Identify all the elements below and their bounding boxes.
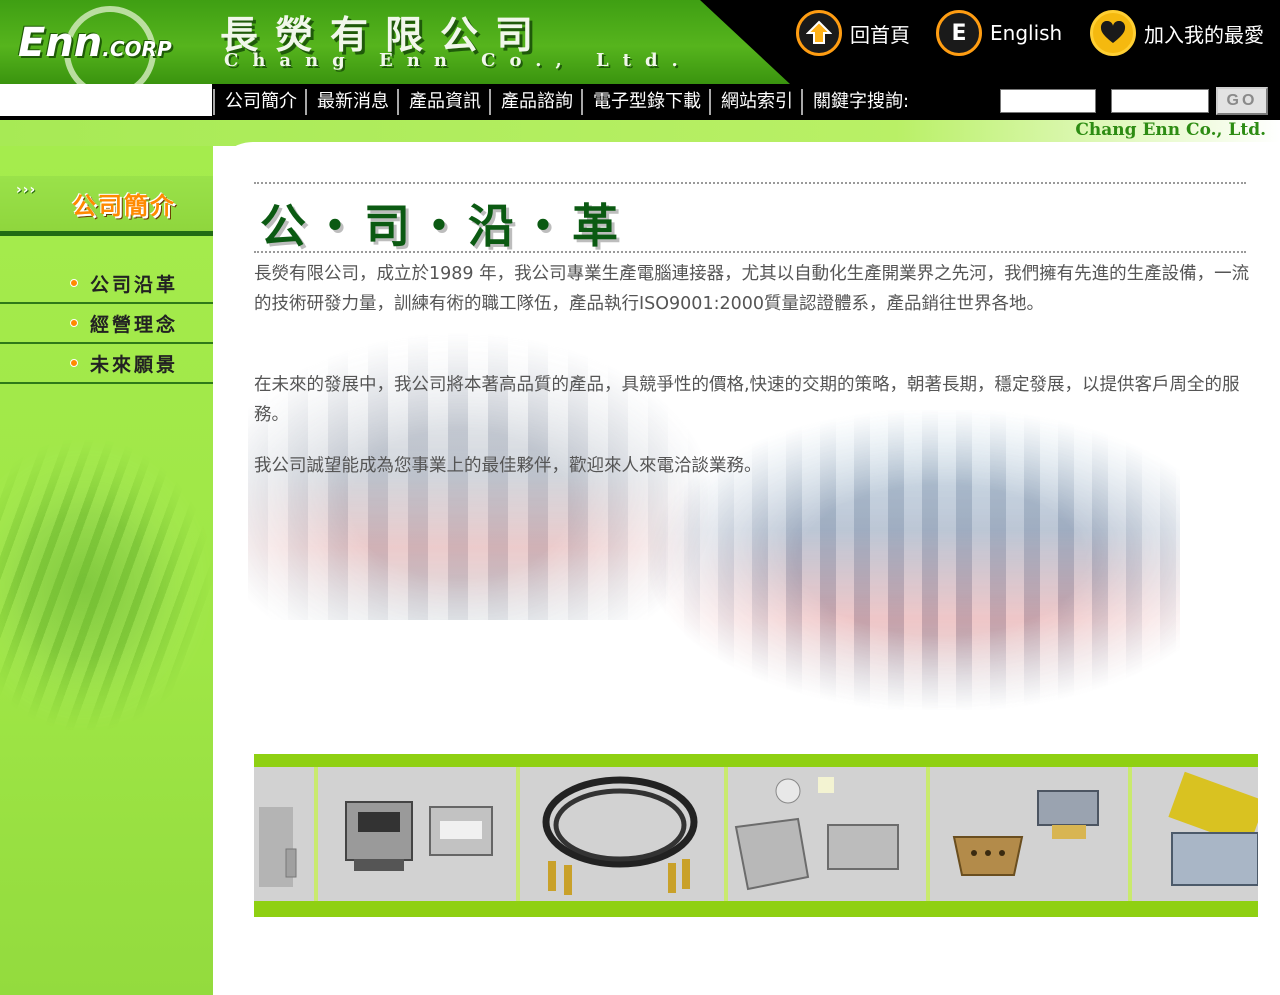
- go-button[interactable]: GO: [1216, 87, 1268, 115]
- product-gallery: [254, 767, 1258, 901]
- nav-sitemap[interactable]: 網站索引: [709, 89, 801, 115]
- product-image-metal-bracket[interactable]: [254, 767, 314, 901]
- partner-paragraph: 我公司誠望能成為您事業上的最佳夥伴，歡迎來人來電洽談業務。: [254, 456, 762, 476]
- heart-icon: [1090, 10, 1136, 56]
- nav-bar-left-stripe: [0, 84, 212, 120]
- add-favorite-label: 加入我的最愛: [1144, 22, 1264, 47]
- product-image-gender-changer[interactable]: [1132, 767, 1258, 901]
- keyword-search-input-secondary[interactable]: [1111, 89, 1209, 113]
- sidebar-item-label: 公司沿革: [90, 273, 179, 296]
- sidebar-factory-photo: [0, 440, 213, 730]
- add-favorite-link[interactable]: 加入我的最愛: [1090, 10, 1264, 56]
- product-image-usb-connector[interactable]: [318, 767, 516, 901]
- page-title: 公・司・沿・革: [260, 199, 624, 253]
- nav-product-inquiry[interactable]: 產品諮詢: [489, 89, 581, 115]
- sidebar-item-history[interactable]: 公司沿革: [0, 264, 213, 304]
- product-image-rca-cable[interactable]: [520, 767, 724, 901]
- nav-catalog-download[interactable]: 電子型錄下載: [581, 89, 709, 115]
- bullet-icon: [70, 319, 78, 327]
- main-nav: 公司簡介 最新消息 產品資訊 產品諮詢 電子型錄下載 網站索引 關鍵字搜詢:: [213, 86, 917, 118]
- sidebar-item-label: 經營理念: [90, 313, 179, 336]
- product-image-d-sub-connector[interactable]: [930, 767, 1128, 901]
- future-paragraph: 在未來的發展中，我公司將本著高品質的產品，具競爭性的價格,快速的交期的策略，朝著…: [254, 375, 1240, 425]
- divider: [254, 251, 1246, 253]
- sidebar-item-vision[interactable]: 未來願景: [0, 344, 213, 384]
- bullet-icon: [70, 279, 78, 287]
- keyword-search-label: 關鍵字搜詢:: [801, 89, 917, 115]
- bullet-icon: [70, 359, 78, 367]
- home-link[interactable]: 回首頁: [796, 10, 910, 56]
- home-arrow-icon: [796, 10, 842, 56]
- english-link[interactable]: E English: [936, 10, 1062, 56]
- letter-e-icon: E: [936, 10, 982, 56]
- sidebar-item-label: 未來願景: [90, 353, 179, 376]
- nav-product-info[interactable]: 產品資訊: [397, 89, 489, 115]
- logo[interactable]: Enn.CORP: [18, 20, 172, 66]
- sidebar-title: 公司簡介: [72, 192, 176, 220]
- divider: [254, 182, 1246, 184]
- intro-paragraph: 長熒有限公司，成立於1989 年，我公司專業生產電腦連接器，尤其以自動化生產開業…: [254, 264, 1250, 314]
- product-image-d-sub-hood[interactable]: [728, 767, 926, 901]
- arrows-icon: ›››: [16, 182, 37, 198]
- keyword-search-input[interactable]: [1000, 89, 1096, 113]
- english-link-label: English: [990, 21, 1063, 45]
- nav-company-profile[interactable]: 公司簡介: [213, 89, 305, 115]
- home-link-label: 回首頁: [850, 22, 910, 47]
- sidebar-item-philosophy[interactable]: 經營理念: [0, 304, 213, 344]
- nav-latest-news[interactable]: 最新消息: [305, 89, 397, 115]
- company-name-english: Chang Enn Co., Ltd.: [224, 50, 692, 71]
- tagline: Chang Enn Co., Ltd.: [1075, 120, 1266, 140]
